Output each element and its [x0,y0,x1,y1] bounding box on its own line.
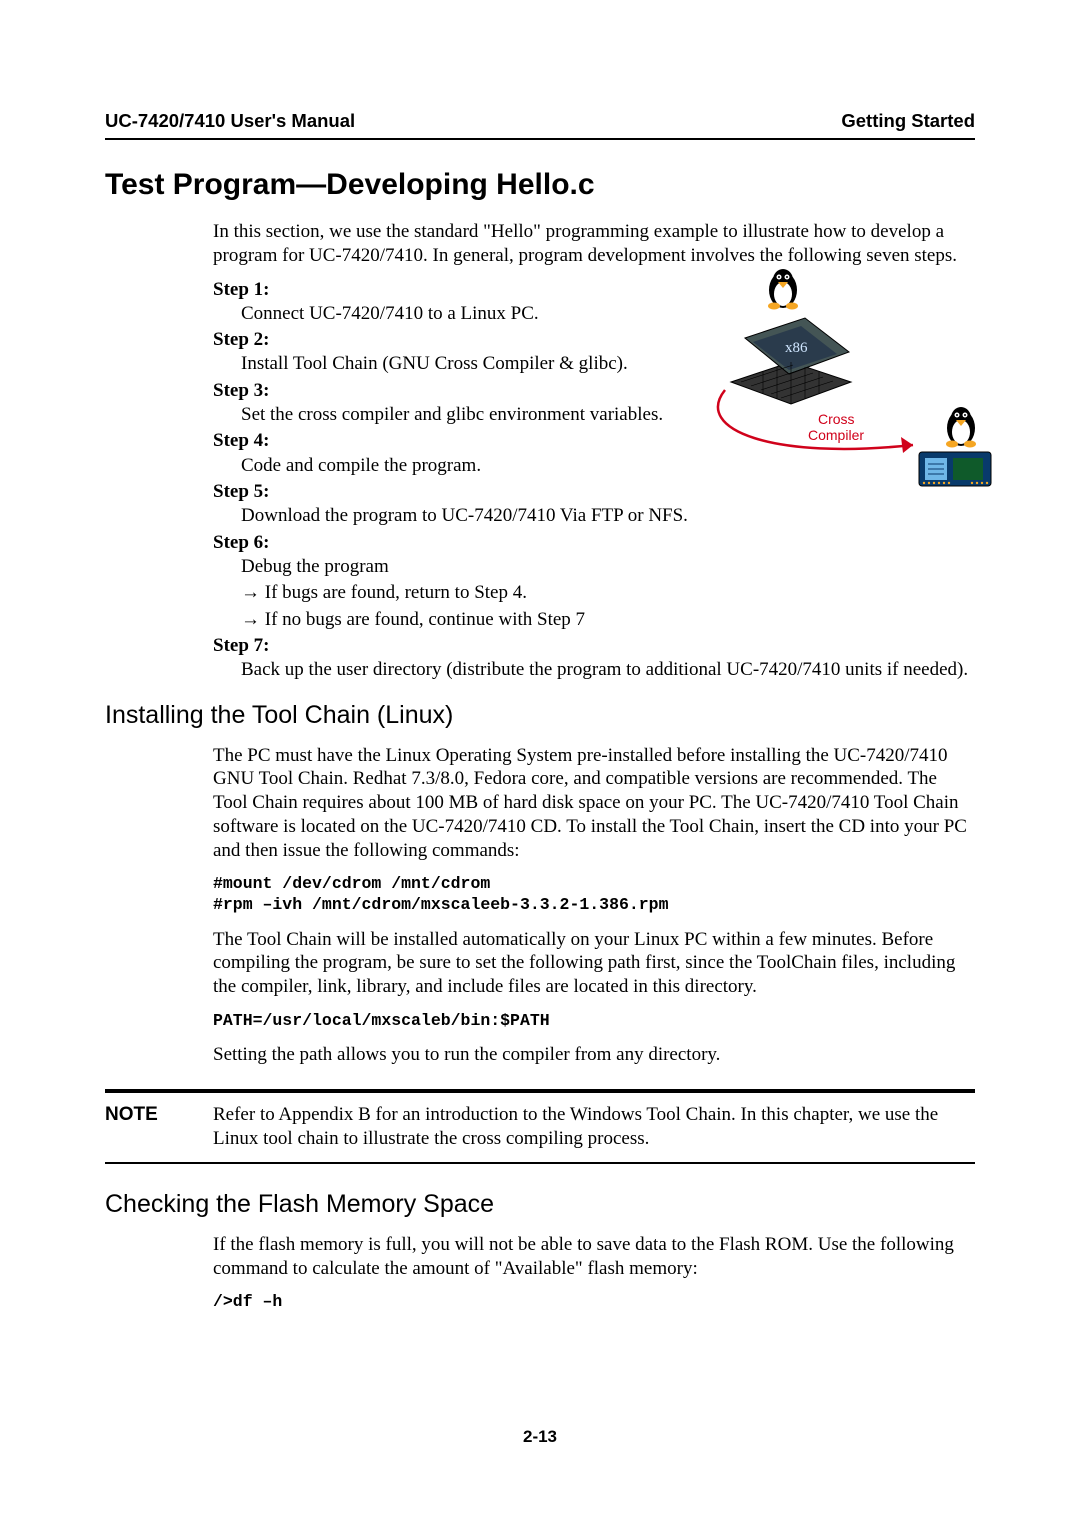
page-number: 2-13 [0,1427,1080,1447]
install-code1: #mount /dev/cdrom /mnt/cdrom #rpm –ivh /… [213,874,975,915]
page-title: Test Program―Developing Hello.c [105,168,975,202]
linux-penguin-icon [768,269,798,310]
header-left: UC-7420/7410 User's Manual [105,110,355,132]
section-install-title: Installing the Tool Chain (Linux) [105,701,975,730]
step-5-text: Download the program to UC-7420/7410 Via… [213,504,975,528]
note-block: NOTE Refer to Appendix B for an introduc… [105,1103,975,1152]
diagram-cross-label: Cross [818,411,855,427]
install-p3: Setting the path allows you to run the c… [213,1043,975,1067]
install-code2: PATH=/usr/local/mxscaleb/bin:$PATH [213,1011,975,1032]
step-6-text-3: → If no bugs are found, continue with St… [213,608,975,632]
section-flash-title: Checking the Flash Memory Space [105,1190,975,1219]
step-6-text-1: Debug the program [213,555,975,579]
step-6-label: Step 6: [213,531,975,555]
note-label: NOTE [105,1103,213,1152]
steps-block: x86 Cross Compiler [105,278,975,683]
section-install-body: The PC must have the Linux Operating Sys… [105,744,975,1068]
diagram-compiler-label: Compiler [808,427,864,443]
page-header: UC-7420/7410 User's Manual Getting Start… [105,110,975,132]
note-text: Refer to Appendix B for an introduction … [213,1103,975,1152]
device-icon [919,452,991,486]
linux-penguin-icon [946,407,976,448]
install-p1: The PC must have the Linux Operating Sys… [213,744,975,863]
laptop-icon: x86 [731,318,851,404]
install-p2: The Tool Chain will be installed automat… [213,928,975,999]
step-6-text-2: → If bugs are found, return to Step 4. [213,581,975,605]
step-7: Step 7: Back up the user directory (dist… [213,634,975,683]
arrow-icon: Cross Compiler [718,390,913,453]
header-divider [105,138,975,140]
note-divider-top [105,1089,975,1093]
flash-p1: If the flash memory is full, you will no… [213,1233,975,1281]
step-7-label: Step 7: [213,634,975,658]
step-6: Step 6: Debug the program → If bugs are … [213,531,975,632]
section-flash-body: If the flash memory is full, you will no… [105,1233,975,1313]
diagram-x86-label: x86 [785,340,808,356]
step-7-text: Back up the user directory (distribute t… [213,658,975,682]
flash-code1: />df –h [213,1292,975,1313]
cross-compile-diagram: x86 Cross Compiler [623,260,993,490]
header-right: Getting Started [841,110,975,132]
note-divider-bottom [105,1162,975,1164]
